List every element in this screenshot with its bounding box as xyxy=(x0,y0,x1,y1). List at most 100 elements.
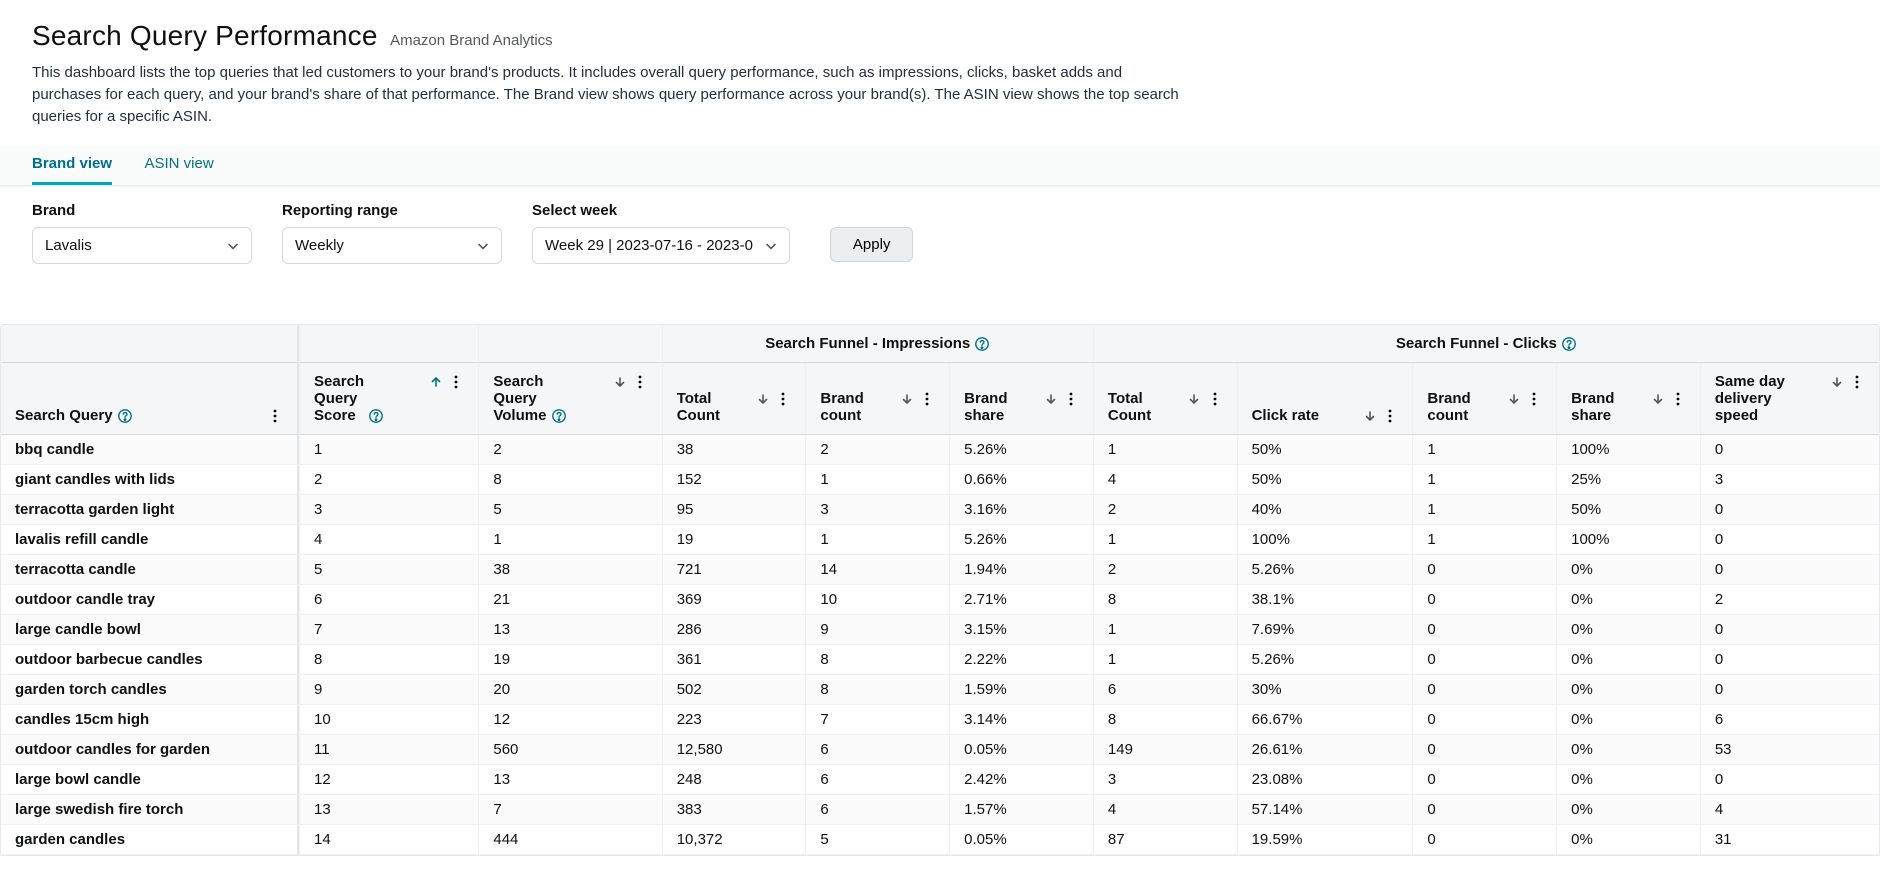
cell-sdd: 0 xyxy=(1700,645,1879,675)
kebab-icon[interactable] xyxy=(919,391,935,407)
kebab-icon[interactable] xyxy=(775,391,791,407)
page-subtitle: Amazon Brand Analytics xyxy=(390,32,553,49)
cell-vol: 1 xyxy=(478,525,661,555)
sort-desc-icon[interactable] xyxy=(899,391,915,407)
page-title: Search Query Performance xyxy=(32,20,378,52)
cell-sdd: 0 xyxy=(1700,615,1879,645)
sort-desc-icon[interactable] xyxy=(1362,408,1378,424)
col-click-brand-share[interactable]: Brandshare xyxy=(1556,363,1700,435)
tab-asin-view[interactable]: ASIN view xyxy=(144,145,213,182)
kebab-icon[interactable] xyxy=(1382,408,1398,424)
kebab-icon[interactable] xyxy=(267,408,283,424)
cell-ibc: 1 xyxy=(805,465,949,495)
cell-cbs: 0% xyxy=(1556,675,1700,705)
cell-cbs: 25% xyxy=(1556,465,1700,495)
help-icon[interactable] xyxy=(1561,336,1577,352)
cell-cbs: 0% xyxy=(1556,765,1700,795)
cell-cbs: 0% xyxy=(1556,585,1700,615)
cell-cbs: 0% xyxy=(1556,645,1700,675)
cell-sdd: 0 xyxy=(1700,525,1879,555)
tab-brand-view[interactable]: Brand view xyxy=(32,145,112,185)
col-click-brand-count[interactable]: Brandcount xyxy=(1412,363,1556,435)
col-imp-brand-share[interactable]: Brandshare xyxy=(949,363,1093,435)
col-score[interactable]: SearchQueryScore xyxy=(299,363,478,435)
cell-score: 5 xyxy=(299,555,478,585)
cell-ibs: 1.94% xyxy=(949,555,1093,585)
help-icon[interactable] xyxy=(117,408,133,424)
cell-ctot: 8 xyxy=(1093,705,1237,735)
cell-crate: 23.08% xyxy=(1237,765,1413,795)
cell-itot: 12,580 xyxy=(662,735,806,765)
cell-sdd: 4 xyxy=(1700,795,1879,825)
cell-ibc: 9 xyxy=(805,615,949,645)
col-imp-brand-count[interactable]: Brandcount xyxy=(805,363,949,435)
col-volume[interactable]: SearchQueryVolume xyxy=(478,363,661,435)
cell-crate: 30% xyxy=(1237,675,1413,705)
sort-desc-icon[interactable] xyxy=(1650,391,1666,407)
sort-desc-icon[interactable] xyxy=(612,374,628,390)
sort-desc-icon[interactable] xyxy=(1829,374,1845,390)
col-search-query[interactable]: Search Query xyxy=(1,363,299,435)
cell-crate: 50% xyxy=(1237,435,1413,465)
cell-itot: 10,372 xyxy=(662,825,806,855)
table-row: giant candles with lids2815210.66%450%12… xyxy=(1,465,1879,495)
cell-ibs: 0.66% xyxy=(949,465,1093,495)
cell-itot: 502 xyxy=(662,675,806,705)
kebab-icon[interactable] xyxy=(1063,391,1079,407)
sort-asc-icon[interactable] xyxy=(428,374,444,390)
table-row: large candle bowl71328693.15%17.69%00%0 xyxy=(1,615,1879,645)
cell-vol: 12 xyxy=(478,705,661,735)
cell-ibs: 2.22% xyxy=(949,645,1093,675)
sort-desc-icon[interactable] xyxy=(1506,391,1522,407)
help-icon[interactable] xyxy=(368,408,384,424)
cell-q: lavalis refill candle xyxy=(1,525,299,555)
cell-itot: 383 xyxy=(662,795,806,825)
col-click-total[interactable]: TotalCount xyxy=(1093,363,1237,435)
col-click-rate[interactable]: Click rate xyxy=(1237,363,1413,435)
week-label: Select week xyxy=(532,202,790,219)
cell-sdd: 0 xyxy=(1700,765,1879,795)
col-imp-total[interactable]: TotalCount xyxy=(662,363,806,435)
kebab-icon[interactable] xyxy=(1207,391,1223,407)
table-row: candles 15cm high101222373.14%866.67%00%… xyxy=(1,705,1879,735)
cell-cbs: 0% xyxy=(1556,825,1700,855)
cell-crate: 26.61% xyxy=(1237,735,1413,765)
cell-ibs: 0.05% xyxy=(949,825,1093,855)
cell-cbs: 100% xyxy=(1556,525,1700,555)
cell-q: outdoor barbecue candles xyxy=(1,645,299,675)
kebab-icon[interactable] xyxy=(448,374,464,390)
brand-select[interactable]: Lavalis xyxy=(32,227,252,264)
cell-vol: 20 xyxy=(478,675,661,705)
cell-score: 11 xyxy=(299,735,478,765)
kebab-icon[interactable] xyxy=(1526,391,1542,407)
help-icon[interactable] xyxy=(974,336,990,352)
range-label: Reporting range xyxy=(282,202,502,219)
cell-score: 4 xyxy=(299,525,478,555)
col-same-day-delivery[interactable]: Same daydeliveryspeed xyxy=(1700,363,1879,435)
table-row: large bowl candle121324862.42%323.08%00%… xyxy=(1,765,1879,795)
table-row: garden candles1444410,37250.05%8719.59%0… xyxy=(1,825,1879,855)
week-select[interactable]: Week 29 | 2023-07-16 - 2023-0 xyxy=(532,227,790,264)
cell-itot: 361 xyxy=(662,645,806,675)
cell-ctot: 87 xyxy=(1093,825,1237,855)
kebab-icon[interactable] xyxy=(1670,391,1686,407)
cell-crate: 40% xyxy=(1237,495,1413,525)
week-select-value: Week 29 | 2023-07-16 - 2023-0 xyxy=(545,237,753,254)
apply-button[interactable]: Apply xyxy=(830,227,914,262)
kebab-icon[interactable] xyxy=(1849,374,1865,390)
cell-q: candles 15cm high xyxy=(1,705,299,735)
range-select[interactable]: Weekly xyxy=(282,227,502,264)
cell-cbc: 0 xyxy=(1412,675,1556,705)
sort-desc-icon[interactable] xyxy=(1043,391,1059,407)
cell-q: large swedish fire torch xyxy=(1,795,299,825)
help-icon[interactable] xyxy=(551,408,567,424)
sort-desc-icon[interactable] xyxy=(755,391,771,407)
cell-q: garden torch candles xyxy=(1,675,299,705)
cell-score: 10 xyxy=(299,705,478,735)
group-impressions: Search Funnel - Impressions xyxy=(662,325,1093,363)
sort-desc-icon[interactable] xyxy=(1186,391,1202,407)
cell-ibs: 2.42% xyxy=(949,765,1093,795)
cell-sdd: 53 xyxy=(1700,735,1879,765)
chevron-down-icon xyxy=(763,237,779,254)
kebab-icon[interactable] xyxy=(632,374,648,390)
